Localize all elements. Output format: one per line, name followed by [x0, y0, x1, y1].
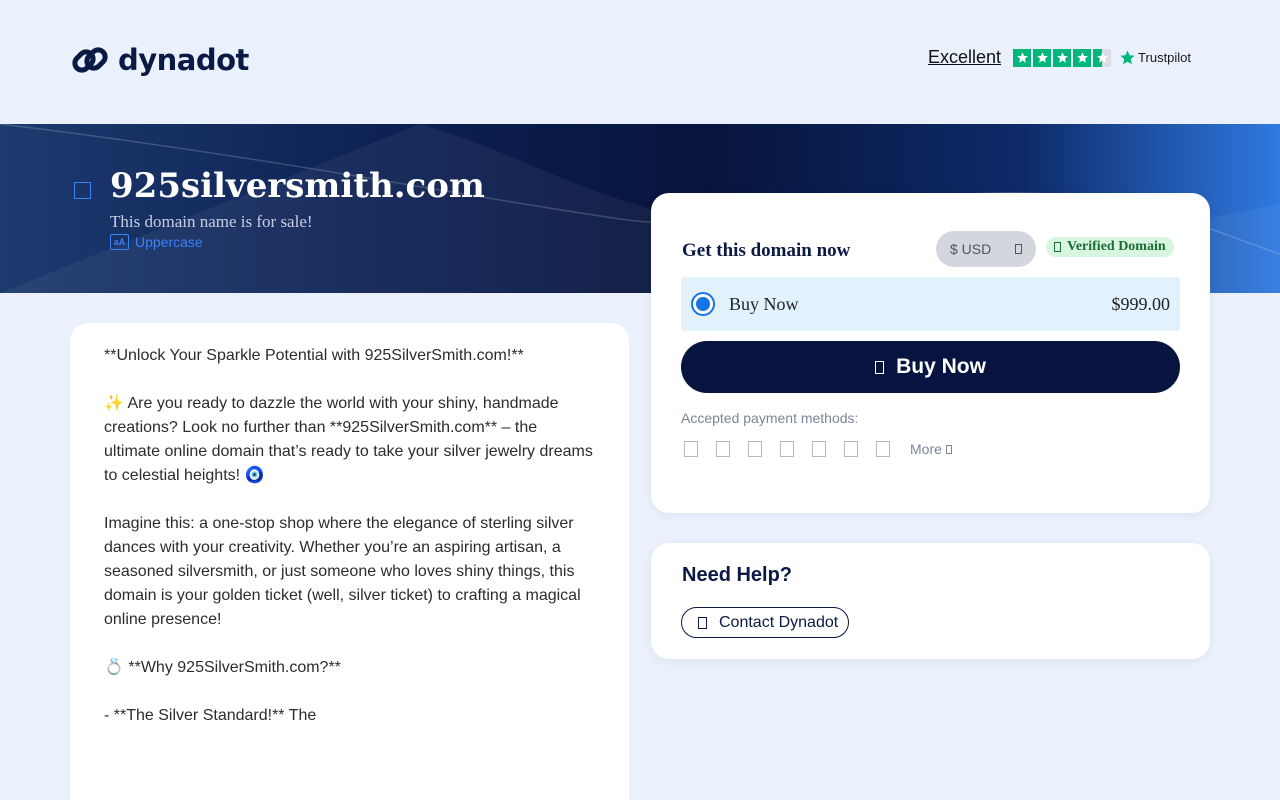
bank-transfer-icon	[876, 441, 890, 457]
discover-icon	[780, 441, 794, 457]
shield-check-icon	[1054, 242, 1061, 252]
verified-badge: Verified Domain	[1046, 237, 1174, 257]
currency-select[interactable]: $ USD	[936, 231, 1036, 267]
help-title: Need Help?	[682, 564, 793, 586]
trustpilot-brand: Trustpilot	[1119, 49, 1191, 66]
chevron-down-icon	[1015, 244, 1022, 254]
brand-name: dynadot	[118, 43, 249, 77]
visa-icon	[684, 441, 698, 457]
currency-value: $ USD	[950, 241, 992, 257]
description-paragraph: 💍 **Why 925SilverSmith.com?**	[104, 659, 341, 676]
buy-now-button[interactable]: Buy Now	[681, 341, 1180, 393]
buy-now-button-label: Buy Now	[896, 355, 986, 378]
contact-button-label: Contact Dynadot	[719, 613, 839, 631]
star-icon	[1013, 48, 1032, 67]
description-paragraph: ✨ Are you ready to dazzle the world with…	[104, 395, 593, 484]
chat-icon	[698, 616, 707, 629]
purchase-card: Get this domain now $ USD Verified Domai…	[651, 193, 1210, 513]
amex-icon	[748, 441, 762, 457]
dynadot-logo-icon	[72, 47, 108, 73]
star-icon	[1073, 48, 1092, 67]
chevron-right-icon	[945, 444, 952, 454]
option-price: $999.00	[1111, 293, 1171, 314]
trustpilot-brand-label: Trustpilot	[1138, 50, 1192, 65]
trustpilot-stars	[1013, 48, 1112, 67]
payment-methods-label: Accepted payment methods:	[681, 410, 859, 426]
purchase-heading: Get this domain now	[682, 240, 851, 261]
more-label: More	[910, 441, 942, 457]
buy-now-option[interactable]: Buy Now $999.00	[681, 277, 1180, 331]
text-case-icon: aA	[110, 234, 129, 250]
buy-now-radio[interactable]	[691, 292, 715, 316]
description-card: **Unlock Your Sparkle Potential with 925…	[70, 323, 629, 800]
more-payment-methods[interactable]: More	[910, 441, 952, 457]
half-star-icon	[1093, 48, 1112, 67]
trustpilot-rating-text[interactable]: Excellent	[928, 47, 1001, 68]
description-paragraph: - **The Silver Standard!** The	[104, 707, 317, 724]
star-icon	[1053, 48, 1072, 67]
payment-methods-row: More	[684, 441, 952, 457]
trustpilot-star-icon	[1120, 50, 1135, 65]
description-paragraph: Imagine this: a one-stop shop where the …	[104, 515, 581, 628]
uppercase-label[interactable]: Uppercase	[135, 234, 203, 250]
uppercase-toggle[interactable]: aA Uppercase	[110, 234, 203, 250]
option-label: Buy Now	[729, 293, 799, 314]
trustpilot-widget[interactable]: Excellent Trustpilot	[928, 47, 1191, 68]
alipay-icon	[844, 441, 858, 457]
paypal-icon	[812, 441, 826, 457]
verified-label: Verified Domain	[1067, 239, 1166, 254]
dynadot-logo[interactable]: dynadot	[70, 40, 249, 80]
help-card: Need Help? Contact Dynadot	[651, 543, 1210, 659]
contact-dynadot-button[interactable]: Contact Dynadot	[681, 607, 850, 638]
description-paragraph: **Unlock Your Sparkle Potential with 925…	[104, 347, 524, 364]
mastercard-icon	[716, 441, 730, 457]
star-icon	[1033, 48, 1052, 67]
cart-icon	[875, 360, 885, 374]
domain-icon	[74, 182, 91, 199]
domain-subtitle: This domain name is for sale!	[110, 212, 313, 231]
domain-title: 925silversmith.com	[110, 166, 485, 206]
